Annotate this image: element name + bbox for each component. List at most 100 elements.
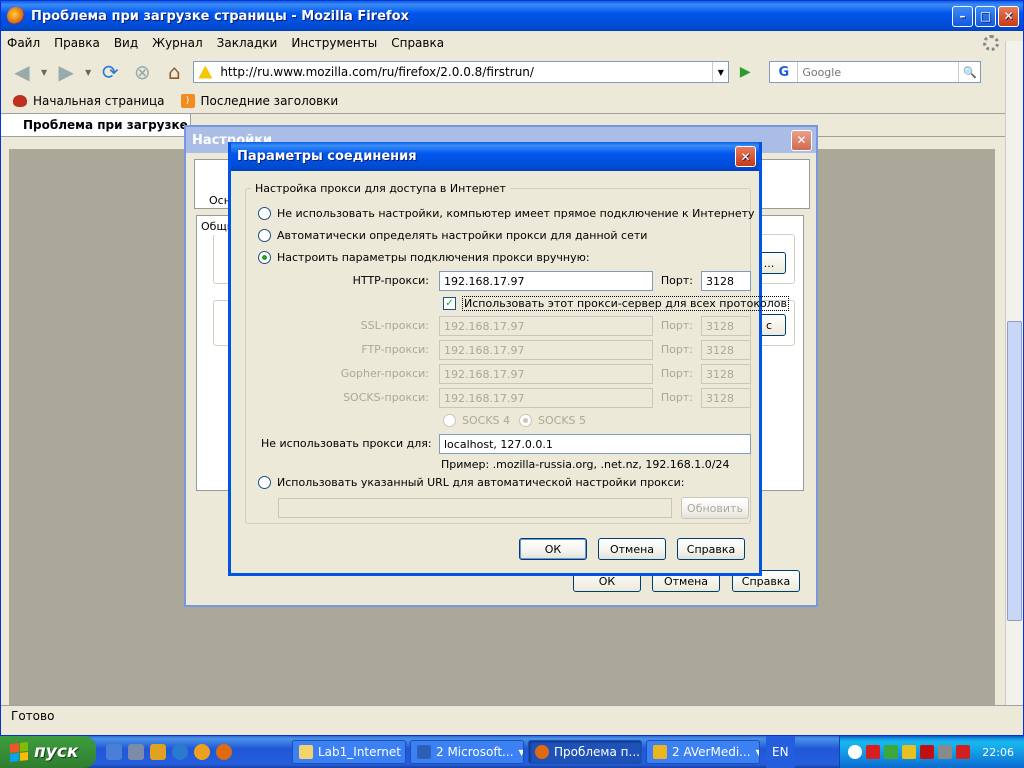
bookmark-latest-headlines[interactable]: Последние заголовки — [201, 94, 339, 108]
minimize-button[interactable]: – — [952, 5, 973, 27]
maximize-button[interactable]: □ — [975, 5, 996, 27]
radio-direct-row[interactable]: Не использовать настройки, компьютер име… — [258, 207, 755, 220]
firefox-quick-icon[interactable] — [216, 744, 232, 760]
help-button[interactable]: Справка — [677, 538, 745, 560]
socks-proxy-input[interactable]: 192.168.17.97 — [439, 388, 653, 408]
stop-icon[interactable]: ⊗ — [129, 59, 155, 85]
radio-pac-row[interactable]: Использовать указанный URL для автоматич… — [258, 476, 684, 489]
socks4-label: SOCKS 4 — [462, 414, 511, 427]
socks-port-input[interactable]: 3128 — [701, 388, 751, 408]
socks4-row[interactable]: SOCKS 4 — [443, 414, 510, 427]
gopher-port-label: Порт: — [660, 367, 693, 380]
ok-button[interactable]: ОК — [519, 538, 587, 560]
connection-close-button[interactable]: ✕ — [735, 146, 756, 167]
bookmarks-toolbar: Начальная страница ) Последние заголовки — [1, 89, 1023, 113]
forward-dropdown-icon[interactable]: ▼ — [85, 68, 91, 77]
ftp-proxy-input[interactable]: 192.168.17.97 — [439, 340, 653, 360]
no-proxy-example: Пример: .mozilla-russia.org, .net.nz, 19… — [441, 458, 730, 471]
search-icon[interactable]: 🔍 — [958, 62, 980, 82]
ftp-port-input[interactable]: 3128 — [701, 340, 751, 360]
gopher-proxy-input[interactable]: 192.168.17.97 — [439, 364, 653, 384]
task-lab1-internet[interactable]: Lab1_Internet — [292, 740, 406, 764]
vertical-scrollbar[interactable] — [1005, 41, 1023, 705]
settings-tab-general[interactable]: Общие — [196, 215, 232, 235]
http-port-label: Порт: — [660, 274, 693, 287]
menu-history[interactable]: Журнал — [152, 36, 203, 50]
home-icon[interactable]: ⌂ — [161, 59, 187, 85]
task-microsoft-word[interactable]: 2 Microsoft... ▼ — [410, 740, 524, 764]
ati-icon[interactable] — [866, 745, 881, 759]
use-same-proxy-checkbox[interactable]: ✓ — [443, 297, 456, 310]
task-label: 2 Microsoft... — [436, 745, 514, 759]
scrollbar-thumb[interactable] — [1007, 321, 1022, 621]
go-icon[interactable]: ▶ — [735, 62, 755, 82]
tray-tool-icon[interactable] — [902, 745, 917, 759]
folder-icon — [299, 745, 313, 759]
no-proxy-label: Не использовать прокси для: — [261, 437, 432, 450]
security-shield-icon[interactable] — [956, 745, 971, 759]
url-text[interactable]: http://ru.www.mozilla.com/ru/firefox/2.0… — [220, 65, 534, 79]
ssl-port-input[interactable]: 3128 — [701, 316, 751, 336]
gopher-port-input[interactable]: 3128 — [701, 364, 751, 384]
radio-socks4[interactable] — [443, 414, 456, 427]
bookmark-start-page[interactable]: Начальная страница — [33, 94, 165, 108]
no-proxy-input[interactable]: localhost, 127.0.0.1 — [439, 434, 751, 454]
tab-current[interactable]: Проблема при загрузке страницы — [1, 114, 191, 136]
cancel-button[interactable]: Отмена — [598, 538, 666, 560]
radio-auto-detect[interactable] — [258, 229, 271, 242]
computer-icon[interactable] — [128, 744, 144, 760]
kaspersky-icon[interactable] — [920, 745, 935, 759]
menu-file[interactable]: Файл — [7, 36, 40, 50]
task-avermedia[interactable]: 2 AVerMedi... ▼ — [646, 740, 760, 764]
radio-pac[interactable] — [258, 476, 271, 489]
menu-help[interactable]: Справка — [391, 36, 444, 50]
url-bar[interactable]: http://ru.www.mozilla.com/ru/firefox/2.0… — [193, 61, 730, 83]
http-proxy-input[interactable]: 192.168.17.97 — [439, 271, 653, 291]
radio-socks5[interactable] — [519, 414, 532, 427]
menu-bookmarks[interactable]: Закладки — [217, 36, 278, 50]
language-indicator[interactable]: EN — [766, 736, 795, 768]
group-arrow-icon: ▼ — [756, 748, 759, 757]
use-same-proxy-row[interactable]: ✓ Использовать этот прокси-сервер для вс… — [443, 296, 789, 311]
throbber-icon — [983, 35, 999, 51]
task-firefox[interactable]: Проблема п... — [528, 740, 642, 764]
close-button[interactable]: ✕ — [998, 5, 1019, 27]
menu-tools[interactable]: Инструменты — [291, 36, 377, 50]
reload-icon[interactable]: ⟳ — [97, 59, 123, 85]
search-box[interactable]: G 🔍 — [769, 61, 982, 83]
url-history-dropdown-icon[interactable]: ▼ — [712, 62, 728, 82]
use-same-proxy-label: Использовать этот прокси-сервер для всех… — [462, 296, 789, 311]
avermedia-icon — [653, 745, 667, 759]
radio-manual[interactable] — [258, 251, 271, 264]
menu-edit[interactable]: Правка — [54, 36, 100, 50]
media-player-icon[interactable] — [194, 744, 210, 760]
connection-titlebar: Параметры соединения ✕ — [231, 142, 759, 171]
start-button[interactable]: пуск — [0, 736, 96, 768]
radio-manual-label: Настроить параметры подключения прокси в… — [277, 251, 590, 264]
tray-app-icon[interactable] — [884, 745, 899, 759]
firefox-icon — [7, 7, 25, 25]
http-port-input[interactable]: 3128 — [701, 271, 751, 291]
radio-auto-detect-row[interactable]: Автоматически определять настройки прокс… — [258, 229, 647, 242]
pac-url-input[interactable] — [278, 498, 672, 518]
word-icon — [417, 745, 431, 759]
back-arrow-icon[interactable]: ◀ — [9, 59, 35, 85]
search-input[interactable] — [798, 65, 949, 79]
show-desktop-icon[interactable] — [106, 744, 122, 760]
back-dropdown-icon[interactable]: ▼ — [41, 68, 47, 77]
firefox-title: Проблема при загрузке страницы - Mozilla… — [31, 8, 409, 24]
internet-explorer-icon[interactable] — [172, 744, 188, 760]
volume-icon[interactable] — [938, 745, 953, 759]
tray-expand-icon[interactable] — [848, 745, 863, 759]
clock[interactable]: 22:06 — [982, 746, 1014, 759]
forward-arrow-icon[interactable]: ▶ — [53, 59, 79, 85]
winamp-icon[interactable] — [150, 744, 166, 760]
radio-manual-row[interactable]: Настроить параметры подключения прокси в… — [258, 251, 590, 264]
menu-view[interactable]: Вид — [114, 36, 138, 50]
google-engine-icon[interactable]: G — [770, 62, 799, 82]
reload-pac-button[interactable]: Обновить — [681, 497, 749, 519]
socks5-row[interactable]: SOCKS 5 — [519, 414, 586, 427]
settings-close-button[interactable]: ✕ — [791, 129, 812, 151]
ssl-proxy-input[interactable]: 192.168.17.97 — [439, 316, 653, 336]
radio-direct[interactable] — [258, 207, 271, 220]
